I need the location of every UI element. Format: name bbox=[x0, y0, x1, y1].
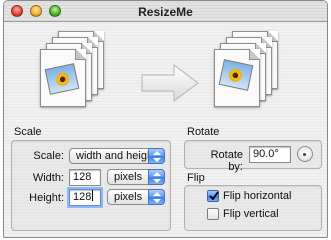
rotate-label: Rotate by: bbox=[210, 149, 243, 173]
popup-arrows-icon bbox=[148, 148, 165, 164]
flip-horizontal-label[interactable]: Flip horizontal bbox=[223, 190, 291, 202]
flip-horizontal-checkbox[interactable] bbox=[207, 190, 219, 202]
width-unit-popup[interactable]: pixels bbox=[107, 169, 165, 185]
result-images-icon bbox=[214, 31, 292, 109]
rotate-value: 90.0° bbox=[253, 148, 279, 160]
height-label: Height: bbox=[29, 192, 64, 204]
popup-arrows-icon bbox=[148, 189, 165, 205]
arrow-right-icon bbox=[141, 63, 199, 103]
window-title: ResizeMe bbox=[138, 5, 193, 19]
flip-vertical-checkbox[interactable] bbox=[207, 208, 219, 220]
checkmark-icon bbox=[209, 191, 219, 201]
height-unit-popup[interactable]: pixels bbox=[107, 189, 165, 205]
flip-group: Flip horizontal Flip vertical bbox=[184, 185, 322, 231]
height-field[interactable]: 128 bbox=[69, 189, 101, 206]
rotate-group: Rotate by: 90.0° bbox=[184, 140, 322, 173]
title-bar[interactable]: ResizeMe bbox=[4, 1, 327, 22]
app-window: ResizeMe Scale Scale: width and height W… bbox=[3, 0, 328, 238]
rotate-group-label: Rotate bbox=[187, 126, 220, 138]
height-value: 128 bbox=[73, 191, 92, 203]
source-images-icon bbox=[40, 31, 118, 109]
text-caret bbox=[92, 190, 94, 201]
rotation-dial[interactable] bbox=[297, 146, 313, 162]
width-value: 128 bbox=[73, 171, 92, 183]
rotate-field[interactable]: 90.0° bbox=[249, 146, 291, 163]
popup-arrows-icon bbox=[148, 169, 165, 185]
width-field[interactable]: 128 bbox=[69, 169, 101, 186]
flip-group-label: Flip bbox=[187, 172, 205, 184]
scale-group: Scale: width and height Width: 128 pixel… bbox=[11, 140, 171, 231]
scale-label: Scale: bbox=[33, 150, 64, 162]
scale-group-label: Scale bbox=[14, 126, 42, 138]
height-unit-value: pixels bbox=[114, 191, 143, 203]
scale-mode-popup[interactable]: width and height bbox=[69, 148, 165, 164]
width-unit-value: pixels bbox=[114, 171, 143, 183]
scale-mode-value: width and height bbox=[76, 150, 157, 162]
width-label: Width: bbox=[32, 172, 64, 184]
flip-vertical-label[interactable]: Flip vertical bbox=[223, 208, 279, 220]
